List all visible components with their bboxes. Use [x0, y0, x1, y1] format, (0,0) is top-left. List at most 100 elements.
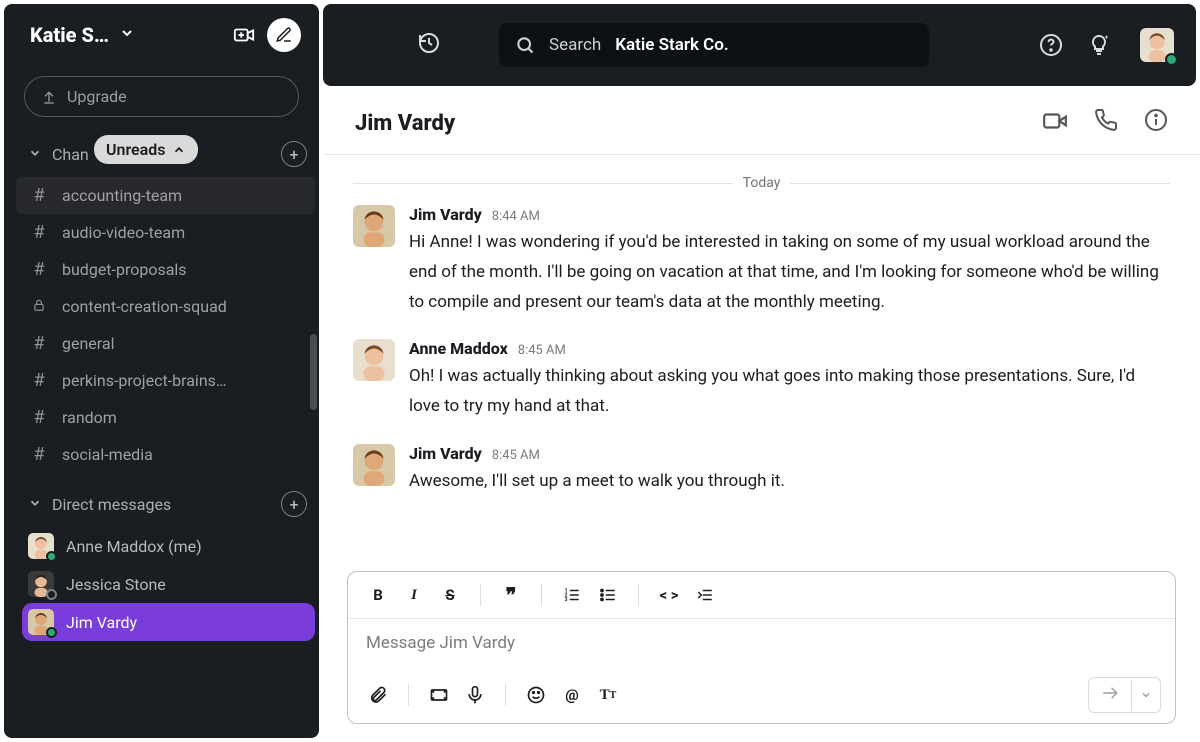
quote-button[interactable]: ❞	[495, 580, 527, 610]
record-video-button[interactable]	[231, 22, 257, 48]
message-avatar[interactable]	[353, 339, 395, 381]
message-time: 8:44 AM	[492, 209, 540, 224]
channels-label: Chan	[52, 145, 89, 164]
date-separator: Today	[353, 175, 1170, 191]
lightbulb-button[interactable]	[1084, 33, 1114, 57]
dm-item[interactable]: Anne Maddox (me)	[22, 527, 315, 565]
hash-icon: #	[30, 185, 48, 206]
message-time: 8:45 AM	[518, 343, 566, 358]
history-button[interactable]	[417, 31, 441, 59]
conversation-title[interactable]: Jim Vardy	[355, 111, 455, 136]
svg-text:3: 3	[565, 597, 568, 603]
add-dm-button[interactable]: +	[281, 491, 307, 517]
hash-icon: #	[30, 222, 48, 243]
dm-name: Jessica Stone	[66, 575, 166, 594]
message-author[interactable]: Jim Vardy	[409, 444, 482, 463]
italic-button[interactable]: I	[398, 580, 430, 610]
hash-icon: #	[30, 407, 48, 428]
bold-button[interactable]: B	[362, 580, 394, 610]
hash-icon: #	[30, 259, 48, 280]
message-placeholder: Message Jim Vardy	[366, 633, 515, 653]
dm-item[interactable]: Jim Vardy	[22, 603, 315, 641]
profile-avatar[interactable]	[1140, 28, 1174, 62]
channel-name: general	[62, 334, 115, 353]
send-options-caret[interactable]	[1131, 680, 1160, 711]
sidebar-scrollbar[interactable]	[310, 334, 317, 410]
search-workspace: Katie Stark Co.	[615, 35, 729, 55]
send-button[interactable]	[1088, 677, 1161, 713]
channel-name: social-media	[62, 445, 153, 464]
channel-name: budget-proposals	[62, 260, 187, 279]
dm-header[interactable]: Direct messages +	[28, 491, 307, 517]
channel-name: audio-video-team	[62, 223, 185, 242]
clip-button[interactable]	[423, 680, 455, 710]
search-input[interactable]: Search Katie Stark Co.	[499, 23, 929, 67]
user-avatar	[28, 609, 54, 635]
channel-item[interactable]: content-creation-squad	[16, 288, 315, 325]
compose-button[interactable]	[267, 18, 301, 52]
code-block-button[interactable]	[689, 580, 721, 610]
dm-section: Direct messages + Anne Maddox (me) Jessic…	[4, 491, 319, 641]
message-avatar[interactable]	[353, 444, 395, 486]
channel-name: perkins-project-brains…	[62, 371, 227, 390]
mention-button[interactable]: @	[556, 680, 588, 710]
ordered-list-button[interactable]: 123	[556, 580, 588, 610]
channel-item[interactable]: # general	[16, 325, 315, 362]
message-author[interactable]: Anne Maddox	[409, 339, 508, 358]
unreads-pill[interactable]: Unreads	[94, 135, 198, 164]
chevron-down-icon	[28, 495, 44, 514]
channel-item[interactable]: # social-media	[16, 436, 315, 473]
search-icon	[515, 35, 535, 55]
message-composer: B I S ❞ 123 < > Message Jim Vardy	[347, 571, 1176, 724]
message-text: Oh! I was actually thinking about asking…	[409, 362, 1170, 422]
main-panel: Search Katie Stark Co. Jim Vardy Today J…	[323, 0, 1200, 742]
dm-name: Anne Maddox (me)	[66, 537, 202, 556]
conversation-header: Jim Vardy	[323, 86, 1200, 155]
chevron-down-icon	[28, 145, 44, 164]
mic-button[interactable]	[459, 680, 491, 710]
presence-dot-online	[46, 551, 57, 562]
channel-item[interactable]: # audio-video-team	[16, 214, 315, 251]
help-button[interactable]	[1036, 33, 1066, 57]
channel-name: accounting-team	[62, 186, 182, 205]
hash-icon: #	[30, 370, 48, 391]
channels-header[interactable]: Chan Unreads +	[28, 141, 307, 167]
send-icon	[1089, 678, 1131, 712]
channel-item[interactable]: # perkins-project-brains…	[16, 362, 315, 399]
channel-name: random	[62, 408, 117, 427]
video-call-button[interactable]	[1042, 108, 1068, 138]
code-button[interactable]: < >	[653, 580, 685, 610]
message-author[interactable]: Jim Vardy	[409, 205, 482, 224]
hash-icon: #	[30, 333, 48, 354]
dm-name: Jim Vardy	[66, 613, 137, 632]
lock-icon	[30, 296, 48, 317]
top-bar: Search Katie Stark Co.	[323, 4, 1196, 86]
message-text: Awesome, I'll set up a meet to walk you …	[409, 467, 1170, 497]
channel-item[interactable]: # budget-proposals	[16, 251, 315, 288]
message-list: Today Jim Vardy8:44 AMHi Anne! I was won…	[323, 155, 1200, 571]
attach-button[interactable]	[362, 680, 394, 710]
channel-item[interactable]: # accounting-team	[16, 177, 315, 214]
phone-call-button[interactable]	[1094, 108, 1118, 138]
hash-icon: #	[30, 444, 48, 465]
text-format-button[interactable]: TT	[592, 680, 624, 710]
upload-icon	[41, 89, 57, 105]
message-input[interactable]: Message Jim Vardy	[348, 619, 1175, 667]
sidebar: Katie S… Upgrade Chan Unreads + # account…	[4, 4, 319, 738]
dm-item[interactable]: Jessica Stone	[22, 565, 315, 603]
bullet-list-button[interactable]	[592, 580, 624, 610]
user-avatar	[28, 533, 54, 559]
add-channel-button[interactable]: +	[281, 141, 307, 167]
chevron-down-icon	[119, 25, 135, 45]
chevron-up-icon	[172, 143, 186, 157]
workspace-switcher[interactable]: Katie S…	[4, 4, 319, 66]
channel-item[interactable]: # random	[16, 399, 315, 436]
emoji-button[interactable]	[520, 680, 552, 710]
message: Jim Vardy8:45 AMAwesome, I'll set up a m…	[353, 444, 1170, 497]
channels-section: Chan Unreads + # accounting-team # audio-vi…	[4, 141, 319, 473]
message: Anne Maddox 8:45 AM Oh! I was actually thi…	[353, 339, 1170, 422]
message-avatar[interactable]	[353, 205, 395, 247]
info-button[interactable]	[1144, 108, 1168, 138]
upgrade-button[interactable]: Upgrade	[24, 76, 299, 117]
strike-button[interactable]: S	[434, 580, 466, 610]
